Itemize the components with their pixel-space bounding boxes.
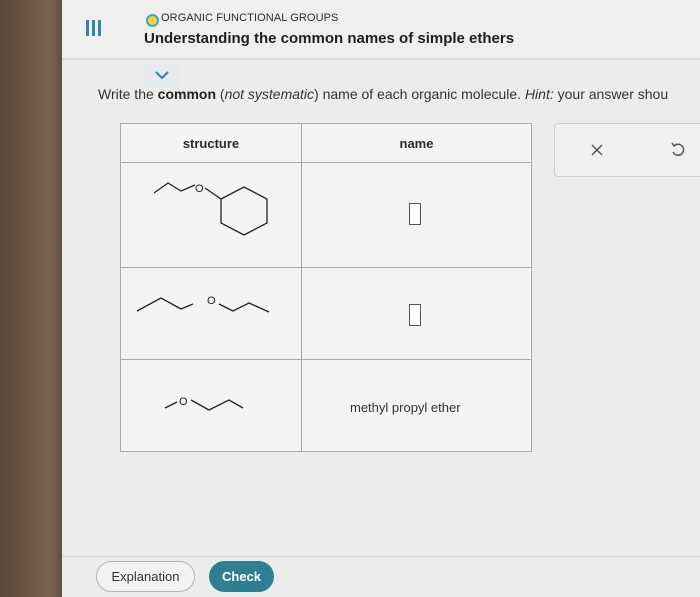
answer-input[interactable] (409, 304, 421, 326)
question-prompt: Write the common (not systematic) name o… (98, 86, 668, 102)
oxygen-atom-label: O (179, 396, 188, 408)
structure-cell: O (121, 163, 302, 268)
section-label: ORGANIC FUNCTIONAL GROUPS (161, 12, 339, 24)
hamburger-icon (86, 20, 89, 36)
prompt-hint-label: Hint: (524, 86, 554, 102)
prompt-emphasis: common (157, 86, 216, 102)
molecule-structure: O (153, 182, 268, 236)
chevron-down-icon (155, 71, 169, 80)
prompt-text: ) name of each organic molecule. (314, 86, 525, 102)
structure-cell: O (121, 268, 302, 360)
collapse-button[interactable] (144, 63, 180, 87)
clear-button[interactable] (586, 139, 608, 161)
molecule-structure: O (136, 295, 270, 313)
background-desk (0, 0, 70, 597)
section-status-icon (146, 14, 159, 27)
column-header-structure: structure (121, 124, 302, 163)
prompt-text: ( (216, 86, 225, 102)
explanation-label: Explanation (111, 569, 180, 584)
footer-divider (62, 556, 700, 557)
molecule-structure: O (164, 396, 244, 411)
oxygen-atom-label: O (195, 183, 204, 195)
name-cell (302, 268, 531, 360)
header-label: name (399, 135, 434, 151)
check-label: Check (221, 569, 262, 584)
name-cell: methyl propyl ether (302, 360, 531, 451)
close-icon (591, 144, 603, 156)
header-label: structure (182, 135, 240, 151)
structure-cell: O (121, 360, 302, 451)
prompt-text: your answer shou (553, 86, 669, 102)
check-button[interactable]: Check (209, 561, 274, 592)
column-header-name: name (302, 124, 531, 163)
hamburger-icon-bar (92, 20, 95, 36)
menu-button[interactable] (84, 18, 104, 40)
explanation-button[interactable]: Explanation (96, 561, 195, 592)
page-title: Understanding the common names of simple… (144, 30, 515, 47)
prompt-text: Write the (98, 86, 158, 102)
prompt-italic: not systematic (224, 86, 315, 102)
oxygen-atom-label: O (207, 295, 216, 307)
undo-button[interactable] (670, 140, 690, 160)
answer-input[interactable] (409, 203, 421, 225)
hamburger-icon-bar (98, 20, 101, 36)
answer-table: structure name O O O methyl propyl ether (120, 123, 532, 452)
name-cell (302, 163, 531, 268)
answer-text: methyl propyl ether (350, 400, 461, 415)
undo-icon (671, 142, 685, 156)
